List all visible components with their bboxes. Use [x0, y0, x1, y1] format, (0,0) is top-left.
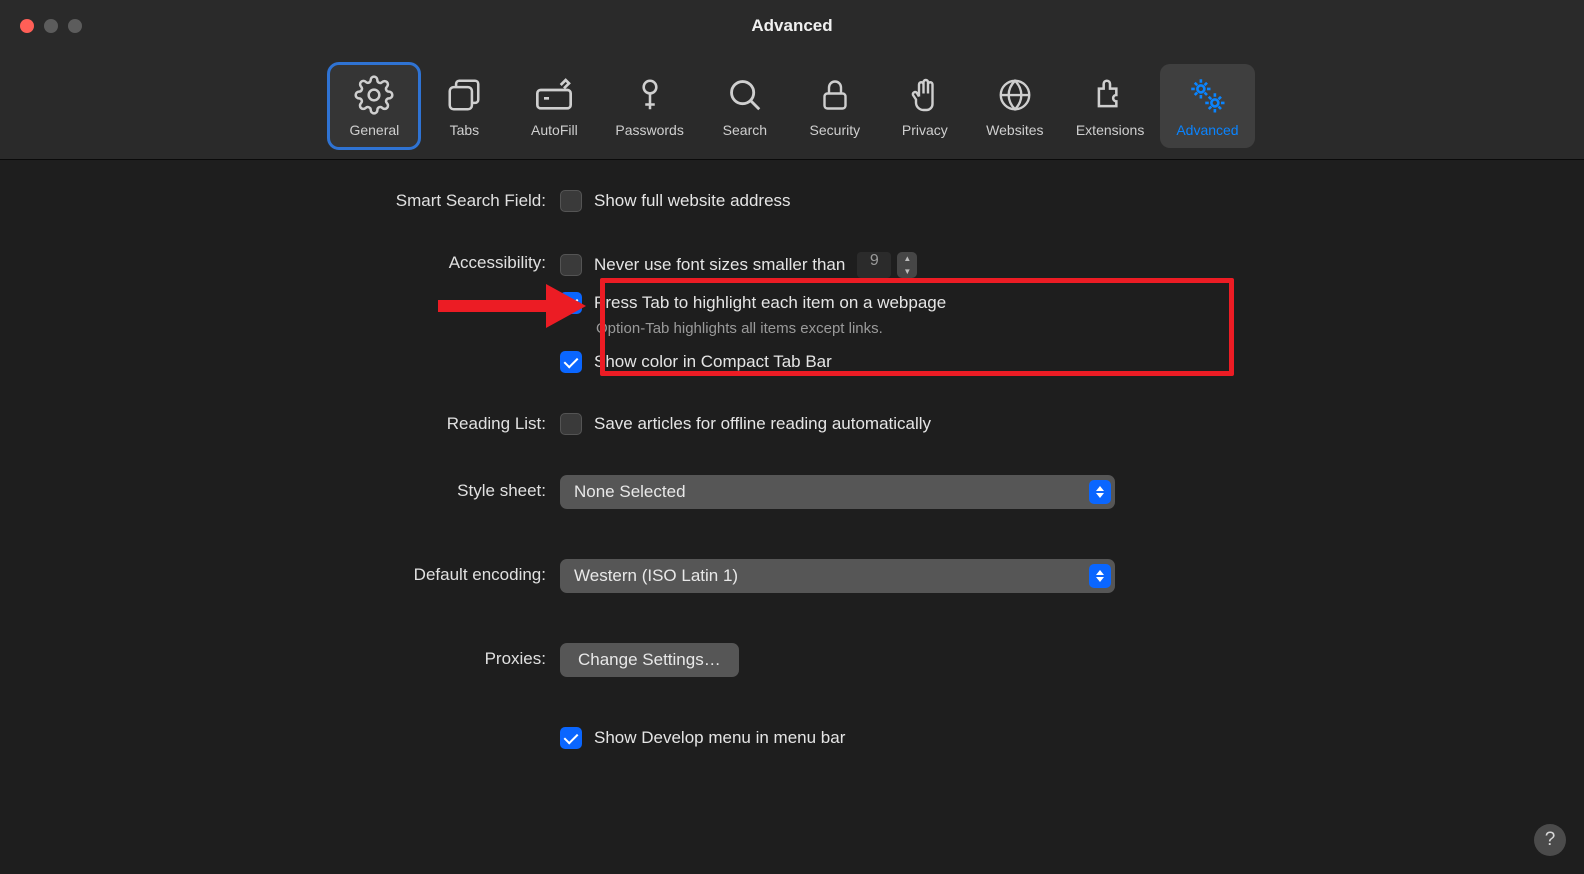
tab-security[interactable]: Security [790, 64, 880, 148]
tab-label: AutoFill [531, 122, 578, 138]
default-encoding-value: Western (ISO Latin 1) [574, 566, 738, 586]
tab-search[interactable]: Search [700, 64, 790, 148]
style-sheet-dropdown[interactable]: None Selected [560, 475, 1115, 509]
tab-privacy[interactable]: Privacy [880, 64, 970, 148]
tab-extensions[interactable]: Extensions [1060, 64, 1160, 148]
globe-icon [994, 74, 1036, 116]
titlebar: Advanced [0, 0, 1584, 52]
tab-label: Advanced [1176, 122, 1238, 138]
gear-icon [353, 74, 395, 116]
style-sheet-value: None Selected [574, 482, 686, 502]
change-settings-button[interactable]: Change Settings… [560, 643, 739, 677]
tab-passwords[interactable]: Passwords [599, 64, 699, 148]
show-full-address-label: Show full website address [594, 191, 791, 211]
dropdown-arrows-icon [1089, 480, 1111, 504]
default-encoding-dropdown[interactable]: Western (ISO Latin 1) [560, 559, 1115, 593]
tab-label: Security [810, 122, 861, 138]
content-pane: Smart Search Field: Show full website ad… [0, 160, 1584, 799]
hand-icon [904, 74, 946, 116]
save-offline-label: Save articles for offline reading automa… [594, 414, 931, 434]
lock-icon [814, 74, 856, 116]
tab-advanced[interactable]: Advanced [1160, 64, 1254, 148]
tab-websites[interactable]: Websites [970, 64, 1060, 148]
puzzle-icon [1089, 74, 1131, 116]
save-offline-checkbox[interactable] [560, 413, 582, 435]
show-color-checkbox[interactable] [560, 351, 582, 373]
default-encoding-label: Default encoding: [80, 559, 560, 585]
minimize-window-button[interactable] [44, 19, 58, 33]
fullscreen-window-button[interactable] [68, 19, 82, 33]
show-full-address-checkbox[interactable] [560, 190, 582, 212]
accessibility-label: Accessibility: [80, 252, 560, 273]
show-develop-label: Show Develop menu in menu bar [594, 728, 845, 748]
tab-tabs[interactable]: Tabs [419, 64, 509, 148]
reading-list-label: Reading List: [80, 413, 560, 434]
never-use-smaller-label: Never use font sizes smaller than [594, 255, 845, 275]
tabs-icon [443, 74, 485, 116]
smart-search-label: Smart Search Field: [80, 190, 560, 211]
show-color-label: Show color in Compact Tab Bar [594, 352, 832, 372]
help-button[interactable]: ? [1534, 824, 1566, 856]
tab-autofill[interactable]: AutoFill [509, 64, 599, 148]
tab-label: General [349, 122, 399, 138]
close-window-button[interactable] [20, 19, 34, 33]
tab-label: Search [723, 122, 767, 138]
gears-icon [1186, 74, 1228, 116]
tab-label: Tabs [450, 122, 480, 138]
tab-label: Passwords [615, 122, 683, 138]
window-title: Advanced [751, 16, 832, 36]
tab-general[interactable]: General [329, 64, 419, 148]
tab-label: Websites [986, 122, 1043, 138]
annotation-arrow [438, 284, 586, 328]
tab-label: Extensions [1076, 122, 1144, 138]
preferences-toolbar: General Tabs AutoFill Passwords Search S… [0, 52, 1584, 160]
key-icon [629, 74, 671, 116]
press-tab-hint: Option-Tab highlights all items except l… [596, 320, 946, 337]
style-sheet-label: Style sheet: [80, 475, 560, 501]
never-use-smaller-checkbox[interactable] [560, 254, 582, 276]
show-develop-checkbox[interactable] [560, 727, 582, 749]
help-label: ? [1545, 829, 1556, 851]
press-tab-label: Press Tab to highlight each item on a we… [594, 293, 946, 313]
search-icon [724, 74, 766, 116]
tab-label: Privacy [902, 122, 948, 138]
change-settings-label: Change Settings… [578, 650, 721, 670]
min-font-size-stepper[interactable]: ▲▼ [897, 252, 917, 278]
dropdown-arrows-icon [1089, 564, 1111, 588]
proxies-label: Proxies: [80, 643, 560, 669]
traffic-lights [0, 19, 82, 33]
autofill-icon [533, 74, 575, 116]
min-font-size-field[interactable]: 9 [857, 252, 891, 278]
